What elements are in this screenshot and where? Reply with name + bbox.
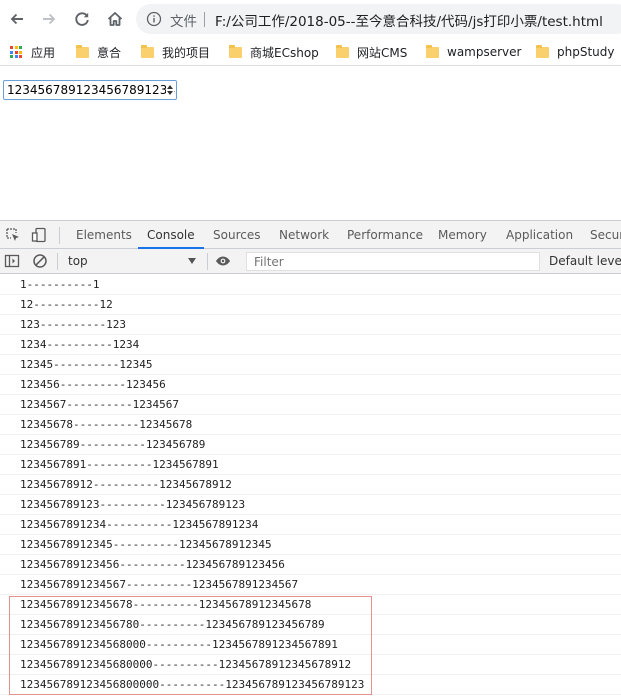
home-button[interactable] xyxy=(104,8,126,30)
context-value: top xyxy=(68,254,88,268)
console-message: 123456789123456780----------123456789123… xyxy=(0,615,621,635)
folder-icon xyxy=(336,44,349,58)
folder-icon xyxy=(76,44,89,58)
console-message: 12----------12 xyxy=(0,295,621,315)
bookmark-label: 我的项目 xyxy=(162,45,211,60)
bookmark-label: phpStudy xyxy=(557,45,615,59)
tab-console[interactable]: Console xyxy=(138,221,204,249)
console-message: 123----------123 xyxy=(0,315,621,335)
folder-icon xyxy=(141,44,154,58)
bookmark-folder-wampserver[interactable]: wampserver xyxy=(426,43,521,61)
bookmark-label: 网站CMS xyxy=(357,45,408,60)
console-message: 1234567891----------1234567891 xyxy=(0,455,621,475)
number-select[interactable]: 12345678912345678912345678 xyxy=(3,80,177,100)
console-message: 1234567891234567----------12345678912345… xyxy=(0,575,621,595)
tab-performance[interactable]: Performance xyxy=(347,221,423,249)
folder-icon xyxy=(536,44,549,58)
eye-icon[interactable] xyxy=(215,253,231,269)
back-button[interactable] xyxy=(6,8,28,30)
console-message: 12345678----------12345678 xyxy=(0,415,621,435)
omnibox-divider xyxy=(204,12,205,27)
bookmark-label: 商城ECshop xyxy=(250,45,319,60)
bookmark-folder-ecshop[interactable]: 商城ECshop xyxy=(229,43,319,61)
console-message: 12345678912345680000----------1234567891… xyxy=(0,655,621,675)
console-message: 123456789----------123456789 xyxy=(0,435,621,455)
arrow-left-icon xyxy=(10,13,23,25)
bookmark-folder-my-projects[interactable]: 我的项目 xyxy=(141,43,210,61)
console-message: 12345678912----------12345678912 xyxy=(0,475,621,495)
log-levels-dropdown[interactable]: Default levels xyxy=(549,249,621,274)
console-message: 123456789123456----------123456789123456 xyxy=(0,555,621,575)
console-message: 1234----------1234 xyxy=(0,335,621,355)
console-filter-bar: top Default levels xyxy=(0,249,621,274)
sidebar-toggle-icon[interactable] xyxy=(4,253,20,269)
site-info-label[interactable]: 文件 xyxy=(170,10,197,30)
folder-icon xyxy=(229,44,242,58)
tab-separator xyxy=(59,227,60,244)
devtools-tab-bar: Elements Console Sources Network Perform… xyxy=(0,220,621,249)
bookmark-folder-phpstudy[interactable]: phpStudy xyxy=(536,43,615,61)
address-bar[interactable]: 文件 F:/公司工作/2018-05--至今意合科技/代码/js打印小票/tes… xyxy=(136,4,621,34)
console-message: 1234567891234----------1234567891234 xyxy=(0,515,621,535)
tab-elements[interactable]: Elements xyxy=(76,221,132,249)
context-selector[interactable]: top xyxy=(60,251,202,271)
page-content: 12345678912345678912345678 xyxy=(0,67,621,220)
reload-button[interactable] xyxy=(71,8,93,30)
select-value: 12345678912345678912345678 xyxy=(7,83,176,97)
caret-down-icon xyxy=(188,258,196,264)
browser-toolbar: 文件 F:/公司工作/2018-05--至今意合科技/代码/js打印小票/tes… xyxy=(0,0,621,38)
console-message: 1234567891234568000----------12345678912… xyxy=(0,635,621,655)
console-message: 123456----------123456 xyxy=(0,375,621,395)
bookmark-label: 应用 xyxy=(31,45,56,60)
console-message: 1----------1 xyxy=(0,275,621,295)
tab-security[interactable]: Security xyxy=(590,221,621,249)
bookmark-label: wampserver xyxy=(447,45,522,59)
reload-icon xyxy=(75,12,89,26)
url-text[interactable]: F:/公司工作/2018-05--至今意合科技/代码/js打印小票/test.h… xyxy=(215,10,603,30)
forward-button[interactable] xyxy=(38,8,60,30)
folder-icon xyxy=(426,44,439,58)
toolbar-separator xyxy=(57,253,58,270)
console-message: 1234567----------1234567 xyxy=(0,395,621,415)
select-spinner-icon xyxy=(166,84,174,96)
device-toolbar-icon[interactable] xyxy=(31,227,47,243)
tab-network[interactable]: Network xyxy=(279,221,329,249)
bookmarks-bar: 应用 意合 我的项目 商城ECshop 网站CMS wampserver php… xyxy=(0,38,621,66)
console-filter-input[interactable] xyxy=(246,252,540,271)
console-message: 12345----------12345 xyxy=(0,355,621,375)
bookmark-folder-yihe[interactable]: 意合 xyxy=(76,43,121,61)
console-message: 12345678912345----------12345678912345 xyxy=(0,535,621,555)
console-message: 123456789123456800000----------123456789… xyxy=(0,675,621,695)
inspect-element-icon[interactable] xyxy=(5,227,21,243)
console-log: 1----------1 12----------12 123----------1… xyxy=(0,275,621,696)
console-message: 12345678912345678----------1234567891234… xyxy=(0,595,621,615)
home-icon xyxy=(107,12,123,26)
info-icon[interactable] xyxy=(146,11,162,27)
toolbar-separator xyxy=(207,253,208,270)
arrow-right-icon xyxy=(43,13,56,25)
clear-console-icon[interactable] xyxy=(32,253,48,269)
console-message: 123456789123----------123456789123 xyxy=(0,495,621,515)
apps-grid-icon xyxy=(10,46,22,58)
tab-memory[interactable]: Memory xyxy=(438,221,487,249)
bookmark-apps[interactable]: 应用 xyxy=(10,43,55,61)
devtools-panel: Elements Console Sources Network Perform… xyxy=(0,220,621,696)
tab-application[interactable]: Application xyxy=(506,221,573,249)
bookmark-label: 意合 xyxy=(97,45,122,60)
tab-sources[interactable]: Sources xyxy=(213,221,260,249)
bookmark-folder-cms[interactable]: 网站CMS xyxy=(336,43,407,61)
